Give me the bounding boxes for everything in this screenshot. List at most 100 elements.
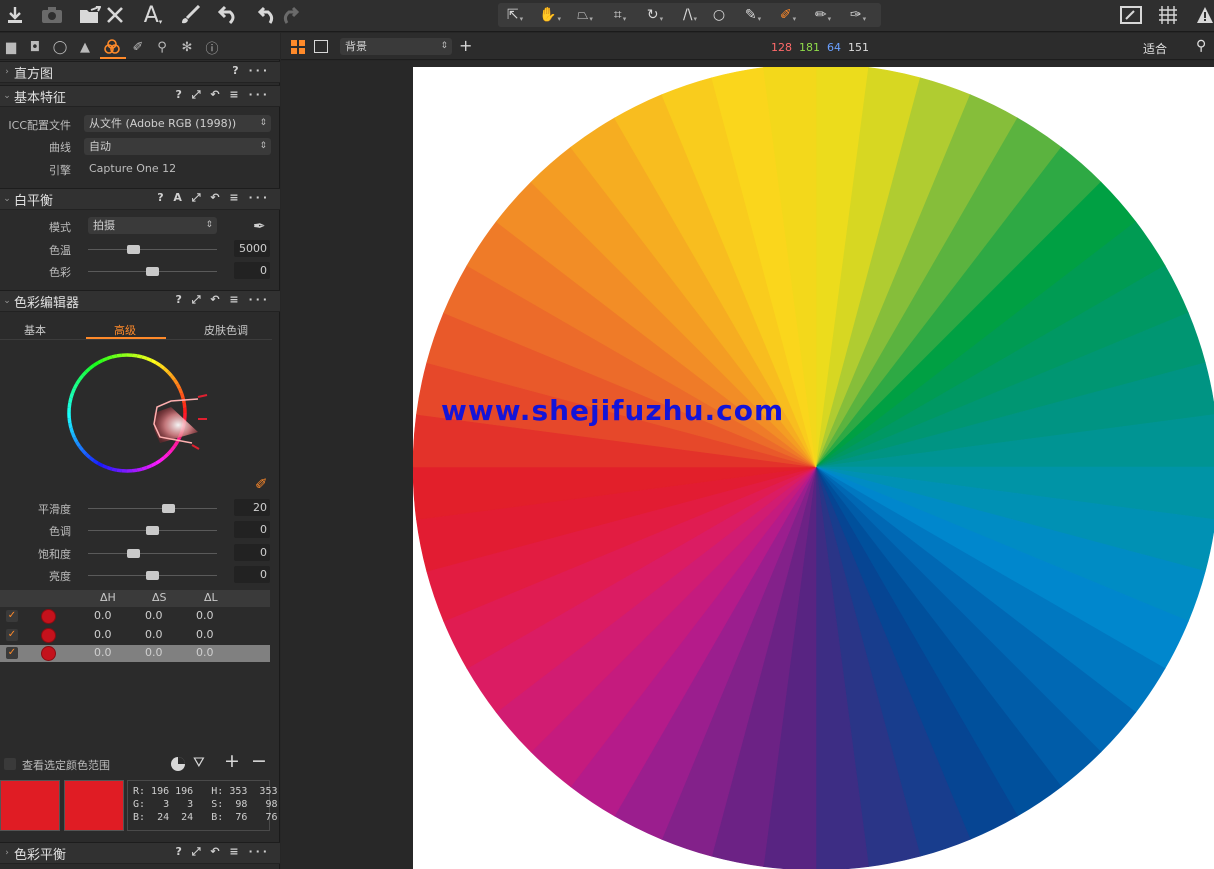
metadata-icon[interactable]: ⓘ <box>203 38 221 57</box>
white-balance-header[interactable]: ⌄ 白平衡 ? A ⤢ ↶ ≡ ··· <box>0 188 280 210</box>
smoothness-slider[interactable] <box>88 508 217 509</box>
chevron-down-icon[interactable]: ⌄ <box>0 194 14 204</box>
undo-icon[interactable] <box>216 3 240 27</box>
saturation-slider[interactable] <box>88 553 217 554</box>
section-tools[interactable]: ? ⤢ ↶ ≡ ··· <box>176 88 270 102</box>
details-icon[interactable]: ✐ <box>129 38 147 56</box>
delta-saturation-header: ΔS <box>152 591 167 604</box>
color-editor-header[interactable]: ⌄ 色彩编辑器 ? ⤢ ↶ ≡ ··· <box>0 290 280 312</box>
base-characteristics-header[interactable]: ⌄ 基本特征 ? ⤢ ↶ ≡ ··· <box>0 85 280 107</box>
redo-icon[interactable] <box>280 3 302 27</box>
select-cursor-icon[interactable]: ⇱ ▾ <box>500 3 530 27</box>
enable-checkbox[interactable]: ✓ <box>6 629 18 641</box>
table-row-selected[interactable]: ✓ 0.0 0.0 0.0 <box>0 645 270 662</box>
lightness-value[interactable]: 0 <box>234 566 270 583</box>
section-tools[interactable]: ? ⤢ ↶ ≡ ··· <box>176 845 270 859</box>
grid-icon[interactable] <box>1157 3 1179 27</box>
brush-mask-icon[interactable]: ✏ ▾ <box>808 3 838 27</box>
eraser-icon[interactable]: ✑ ▾ <box>843 3 873 27</box>
hue-slider-knob[interactable] <box>146 526 159 535</box>
pan-hand-icon[interactable]: ✋ ▾ <box>535 3 565 27</box>
remove-range-button[interactable]: − <box>251 750 267 772</box>
color-icon[interactable] <box>103 38 121 56</box>
color-balance-header[interactable]: › 色彩平衡 ? ⤢ ↶ ≡ ··· <box>0 842 280 864</box>
chevron-down-icon[interactable]: ⌄ <box>0 296 14 306</box>
chevron-down-icon[interactable]: ⌄ <box>0 91 14 101</box>
updown-icon: ⇕ <box>259 141 267 151</box>
wb-temp-slider[interactable] <box>88 249 217 250</box>
export-icon[interactable] <box>78 3 102 27</box>
tab-advanced[interactable]: 高级 <box>114 322 136 338</box>
picker-icon[interactable]: ✎ ▾ <box>738 3 768 27</box>
straighten-icon[interactable]: ⏢ ▾ <box>570 3 600 27</box>
chevron-right-icon[interactable]: › <box>0 848 14 858</box>
zoom-icon[interactable]: ⚲ <box>1196 38 1206 54</box>
add-view-icon[interactable]: + <box>459 36 472 55</box>
import-icon[interactable] <box>4 3 26 27</box>
section-tools[interactable]: ? A ⤢ ↶ ≡ ··· <box>157 191 270 205</box>
saturation-value[interactable]: 0 <box>234 544 270 561</box>
table-row[interactable]: ✓ 0.0 0.0 0.0 <box>0 627 270 644</box>
table-row[interactable]: ✓ 0.0 0.0 0.0 <box>0 608 270 625</box>
range-handle[interactable] <box>191 444 200 450</box>
section-tools[interactable]: ? ··· <box>232 64 270 77</box>
delete-icon[interactable] <box>104 3 126 27</box>
icc-profile-dropdown[interactable]: 从文件 (Adobe RGB (1998)) ⇕ <box>84 115 271 132</box>
background-dropdown[interactable]: 背景 ⇕ <box>340 38 452 55</box>
image-viewer[interactable]: www.shejifuzhu.com <box>281 61 1214 869</box>
chevron-right-icon[interactable]: › <box>0 67 14 77</box>
spot-circle-icon[interactable]: ○ <box>707 3 731 27</box>
tab-skin-tone[interactable]: 皮肤色调 <box>204 322 248 338</box>
add-range-button[interactable]: + <box>224 750 240 772</box>
lightness-slider-knob[interactable] <box>146 571 159 580</box>
pie-picker-icon[interactable] <box>170 756 186 775</box>
delta-lightness-value: 0.0 <box>196 646 214 659</box>
smoothness-slider-knob[interactable] <box>162 504 176 513</box>
view-range-checkbox[interactable] <box>4 758 16 770</box>
color-picker-icon[interactable]: ✐ ▾ <box>773 3 803 27</box>
camera-icon[interactable] <box>40 3 64 27</box>
saturation-slider-knob[interactable] <box>127 549 141 558</box>
histogram-header[interactable]: › 直方图 ? ··· <box>0 61 280 83</box>
wb-tint-value[interactable]: 0 <box>234 262 270 279</box>
wb-temp-value[interactable]: 5000 <box>234 240 270 257</box>
adjustments-icon[interactable]: ✻ <box>178 38 196 56</box>
single-view-icon[interactable] <box>314 40 328 53</box>
image-canvas[interactable]: www.shejifuzhu.com <box>413 67 1214 869</box>
edit-image-icon[interactable] <box>1119 3 1143 27</box>
enable-checkbox[interactable]: ✓ <box>6 610 18 622</box>
brush-icon[interactable] <box>178 3 202 27</box>
local-adjustments-icon[interactable]: ⚲ <box>153 38 171 56</box>
capture-icon[interactable]: ◘ <box>26 38 44 56</box>
hue-ring-segment <box>150 358 157 365</box>
keystone-icon[interactable]: /\ ▾ <box>675 3 705 27</box>
wb-temp-slider-knob[interactable] <box>127 245 141 254</box>
engine-value: Capture One 12 <box>89 162 177 175</box>
lens-icon[interactable]: ◯ <box>51 38 69 56</box>
multi-view-icon[interactable] <box>291 40 305 57</box>
crop-icon[interactable]: ⌗ ▾ <box>605 3 635 27</box>
curve-dropdown[interactable]: 自动 ⇕ <box>84 138 271 155</box>
wb-mode-dropdown[interactable]: 拍摄 ⇕ <box>88 217 217 234</box>
wb-tint-slider-knob[interactable] <box>146 267 159 276</box>
warning-icon[interactable] <box>1196 3 1214 27</box>
enable-checkbox[interactable]: ✓ <box>6 647 18 659</box>
rotate-icon[interactable]: ↻ ▾ <box>640 3 670 27</box>
range-handle[interactable] <box>197 394 208 398</box>
library-icon[interactable]: ▆ <box>2 38 20 56</box>
hue-value[interactable]: 0 <box>234 521 270 538</box>
color-swatch <box>41 609 56 624</box>
text-icon[interactable]: A ▾ <box>142 3 164 28</box>
eyedropper-icon[interactable]: ✒ <box>253 217 271 235</box>
smoothness-value[interactable]: 20 <box>234 499 270 516</box>
exposure-icon[interactable]: ▲ <box>76 38 94 56</box>
tab-basic[interactable]: 基本 <box>24 322 46 338</box>
hue-wheel[interactable] <box>65 349 210 487</box>
undo-history-icon[interactable] <box>254 3 278 27</box>
smoothness-label: 平滑度 <box>38 503 71 516</box>
color-picker-icon[interactable]: ✐ <box>255 475 268 493</box>
section-tools[interactable]: ? ⤢ ↶ ≡ ··· <box>176 293 270 307</box>
zoom-fit-label[interactable]: 适合 <box>1143 40 1167 57</box>
main-toolbar: A ▾ ⇱ ▾ ✋ ▾ ⏢ ▾ ⌗ ▾ ↻ ▾ /\ ▾ ○ ✎ ▾ ✐ ▾ ✏ ▾ ✑ ▾ <box>0 0 1214 32</box>
range-pick-icon[interactable]: ⛛ <box>193 755 205 771</box>
